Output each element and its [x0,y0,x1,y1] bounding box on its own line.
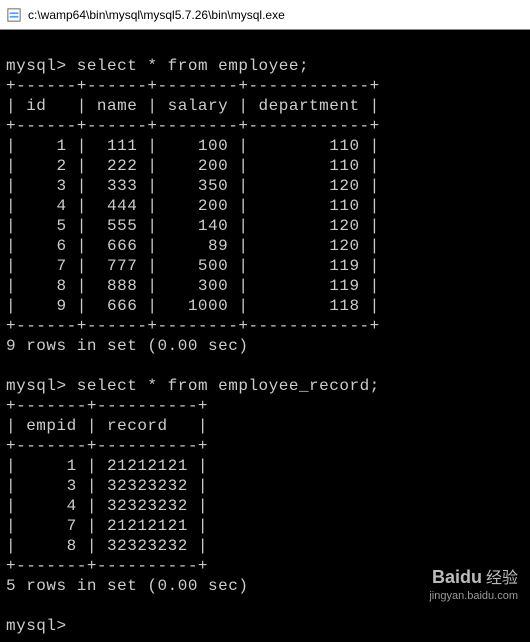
window-title: c:\wamp64\bin\mysql\mysql5.7.26\bin\mysq… [28,8,285,22]
q1-header: | id | name | salary | department | [6,97,380,115]
terminal-output[interactable]: mysql> select * from employee; +------+-… [0,30,530,642]
q2-status: 5 rows in set (0.00 sec) [6,577,248,595]
table-row: | 4 | 444 | 200 | 110 | [6,197,380,215]
q1-border: +------+------+--------+------------+ [6,317,380,335]
table-row: | 3 | 32323232 | [6,477,208,495]
window-title-bar[interactable]: c:\wamp64\bin\mysql\mysql5.7.26\bin\mysq… [0,0,530,30]
table-row: | 9 | 666 | 1000 | 118 | [6,297,380,315]
prompt: mysql> [6,617,67,635]
table-row: | 1 | 111 | 100 | 110 | [6,137,380,155]
prompt: mysql> [6,57,67,75]
table-row: | 7 | 777 | 500 | 119 | [6,257,380,275]
q2-border: +-------+----------+ [6,557,208,575]
table-row: | 7 | 21212121 | [6,517,208,535]
table-row: | 3 | 333 | 350 | 120 | [6,177,380,195]
table-row: | 2 | 222 | 200 | 110 | [6,157,380,175]
table-row: | 5 | 555 | 140 | 120 | [6,217,380,235]
q2-header: | empid | record | [6,417,208,435]
table-row: | 8 | 32323232 | [6,537,208,555]
query-1-sql: select * from employee; [77,57,309,75]
q1-border: +------+------+--------+------------+ [6,77,380,95]
app-icon [6,7,22,23]
q1-status: 9 rows in set (0.00 sec) [6,337,248,355]
prompt: mysql> [6,377,67,395]
table-row: | 4 | 32323232 | [6,497,208,515]
table-row: | 1 | 21212121 | [6,457,208,475]
q2-border: +-------+----------+ [6,437,208,455]
table-row: | 6 | 666 | 89 | 120 | [6,237,380,255]
table-row: | 8 | 888 | 300 | 119 | [6,277,380,295]
q2-border: +-------+----------+ [6,397,208,415]
q1-border: +------+------+--------+------------+ [6,117,380,135]
query-2-sql: select * from employee_record; [77,377,380,395]
